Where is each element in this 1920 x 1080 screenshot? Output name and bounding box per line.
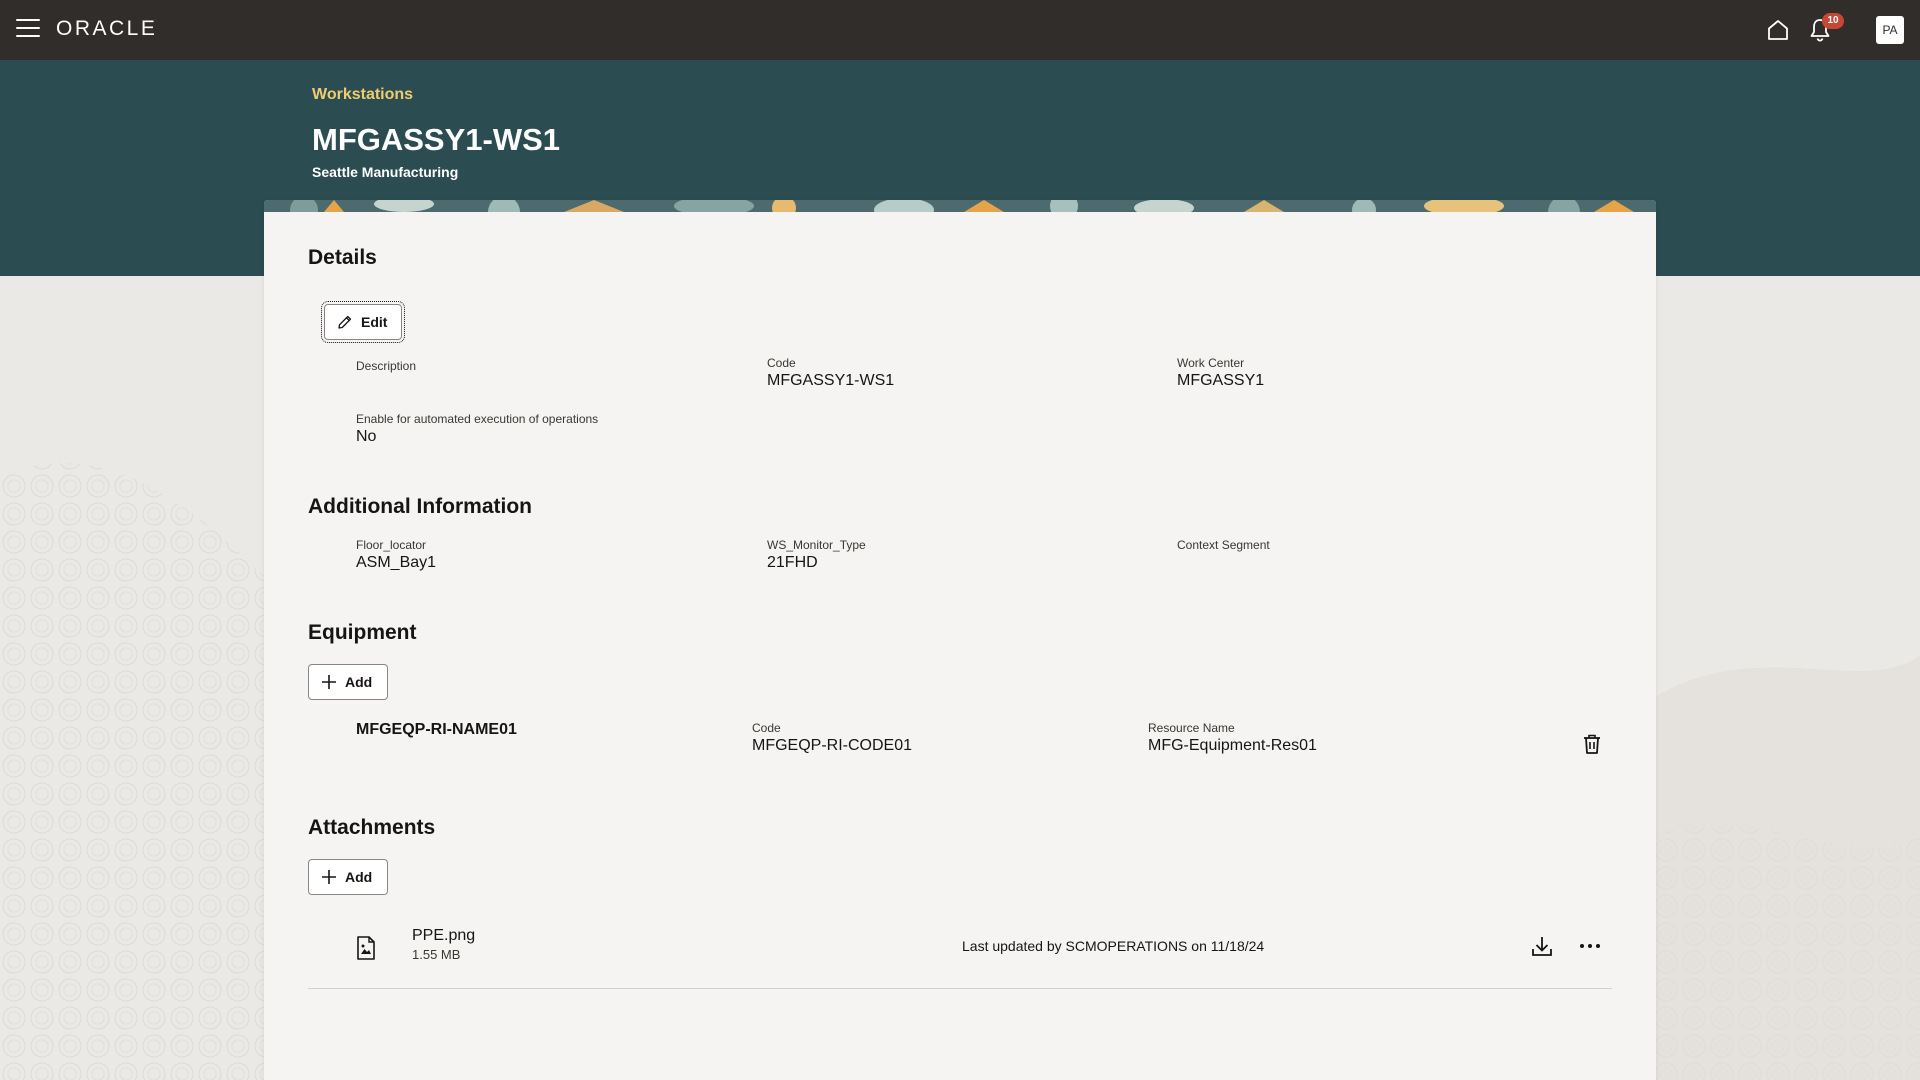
- breadcrumb-workstations[interactable]: Workstations: [312, 86, 413, 104]
- floor-locator-label: Floor_locator: [356, 538, 427, 552]
- pencil-icon: [338, 315, 352, 329]
- resource-name-label: Resource Name: [1148, 721, 1235, 735]
- equipment-code-value: MFGEQP-RI-CODE01: [752, 737, 913, 754]
- ws-monitor-type-value: 21FHD: [767, 554, 818, 571]
- attachment-updated-text: Last updated by SCMOPERATIONS on 11/18/2…: [962, 938, 1265, 954]
- resource-name-value: MFG-Equipment-Res01: [1148, 737, 1317, 754]
- decorative-strip: [264, 200, 1656, 212]
- download-icon[interactable]: [1530, 934, 1554, 958]
- automated-execution-label: Enable for automated execution of operat…: [356, 412, 599, 426]
- work-center-value: MFGASSY1: [1177, 372, 1265, 389]
- page-title: MFGASSY1-WS1: [312, 122, 561, 157]
- hamburger-menu-icon[interactable]: [16, 19, 40, 41]
- workstation-detail-card: Details Edit Description Code MFGASSY1-W…: [264, 200, 1656, 1080]
- attachments-section-title: Attachments: [308, 816, 436, 839]
- add-equipment-button[interactable]: Add: [308, 664, 388, 700]
- page-subtitle: Seattle Manufacturing: [312, 164, 459, 180]
- additional-information-title: Additional Information: [308, 495, 532, 518]
- trash-icon[interactable]: [1580, 732, 1604, 756]
- plus-icon: [322, 675, 336, 689]
- attachment-file-name[interactable]: PPE.png: [412, 927, 475, 945]
- edit-button[interactable]: Edit: [321, 301, 405, 343]
- floor-locator-value: ASM_Bay1: [356, 554, 437, 571]
- add-attachment-label: Add: [345, 869, 373, 885]
- oracle-logo[interactable]: ORACLE: [56, 17, 157, 41]
- description-label: Description: [356, 359, 417, 373]
- equipment-name: MFGEQP-RI-NAME01: [356, 721, 517, 738]
- add-attachment-button[interactable]: Add: [308, 859, 388, 895]
- attachment-divider: [308, 988, 1612, 989]
- attachment-file-size: 1.55 MB: [412, 947, 461, 962]
- notification-count-badge: 10: [1822, 13, 1844, 29]
- work-center-label: Work Center: [1177, 356, 1245, 370]
- context-segment-label: Context Segment: [1177, 538, 1270, 552]
- top-navigation-bar: ORACLE 10 PA: [0, 0, 1920, 60]
- edit-button-label: Edit: [361, 314, 388, 330]
- automated-execution-value: No: [356, 428, 377, 445]
- user-avatar[interactable]: PA: [1876, 16, 1904, 44]
- code-value: MFGASSY1-WS1: [767, 372, 895, 389]
- more-actions-icon[interactable]: [1578, 934, 1602, 958]
- equipment-code-label: Code: [752, 721, 781, 735]
- image-file-icon: [357, 936, 375, 960]
- ws-monitor-type-label: WS_Monitor_Type: [767, 538, 866, 552]
- equipment-section-title: Equipment: [308, 621, 417, 644]
- details-section-title: Details: [308, 246, 377, 269]
- code-label: Code: [767, 356, 796, 370]
- add-equipment-label: Add: [345, 674, 373, 690]
- plus-icon: [322, 870, 336, 884]
- home-icon[interactable]: [1766, 18, 1790, 42]
